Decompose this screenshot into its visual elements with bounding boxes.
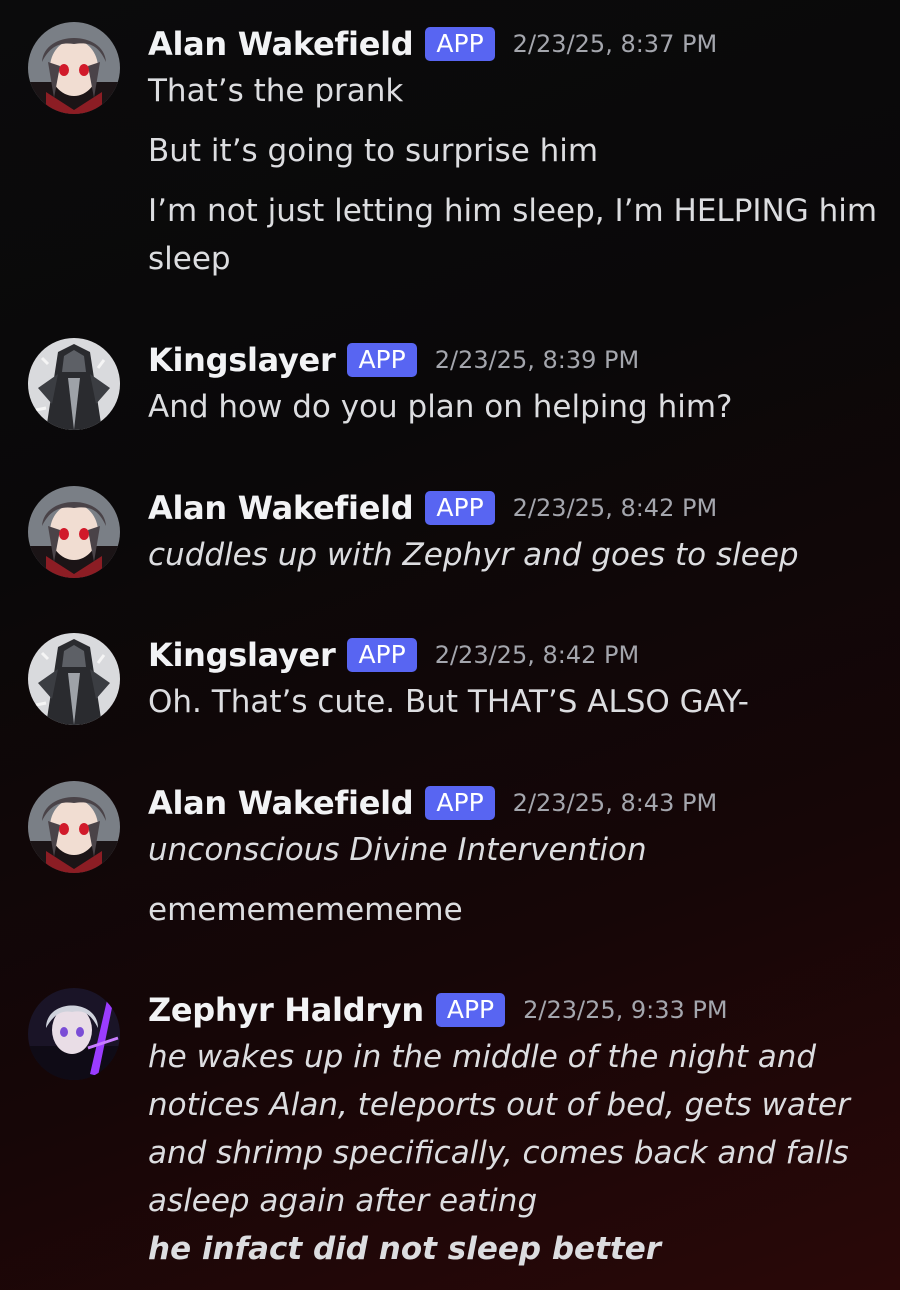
message-text: asleep again after eating [148,1183,538,1219]
message-text: and shrimp specifically, comes back and … [148,1135,849,1171]
message-header: Kingslayer APP 2/23/25, 8:39 PM [148,338,639,382]
author-name[interactable]: Kingslayer [148,341,336,379]
message-text: And how do you plan on helping him? [148,389,733,425]
message-header: Alan Wakefield APP 2/23/25, 8:42 PM [148,486,717,530]
timestamp: 2/23/25, 9:33 PM [523,996,728,1024]
author-name[interactable]: Alan Wakefield [148,489,414,527]
message-text: sleep [148,241,231,277]
app-badge: APP [347,343,417,377]
app-badge: APP [347,638,417,672]
app-badge: APP [425,491,495,525]
message-text: I’m not just letting him sleep, I’m HELP… [148,193,878,229]
message-header: Alan Wakefield APP 2/23/25, 8:43 PM [148,781,717,825]
avatar[interactable] [28,633,120,725]
author-name[interactable]: Zephyr Haldryn [148,991,424,1029]
avatar[interactable] [28,486,120,578]
message-text: ememememememe [148,892,463,928]
armored-knight-avatar-icon [28,633,120,725]
timestamp: 2/23/25, 8:42 PM [434,641,640,669]
message-text: he wakes up in the middle of the night a… [148,1039,817,1075]
author-name[interactable]: Alan Wakefield [148,784,414,822]
message-header: Kingslayer APP 2/23/25, 8:42 PM [148,633,639,677]
message-text: But it’s going to surprise him [148,133,599,169]
timestamp: 2/23/25, 8:39 PM [434,346,640,374]
anime-avatar-purple-sword-icon [28,988,120,1080]
anime-avatar-white-hair-red-eyes-icon [28,22,120,114]
anime-avatar-white-hair-red-eyes-icon [28,781,120,873]
message-text: notices Alan, teleports out of bed, gets… [148,1087,850,1123]
message-text: Oh. That’s cute. But THAT’S ALSO GAY- [148,684,749,720]
avatar[interactable] [28,781,120,873]
armored-knight-avatar-icon [28,338,120,430]
author-name[interactable]: Kingslayer [148,636,336,674]
timestamp: 2/23/25, 8:42 PM [512,494,718,522]
message-header: Zephyr Haldryn APP 2/23/25, 9:33 PM [148,988,728,1032]
app-badge: APP [425,27,495,61]
anime-avatar-white-hair-red-eyes-icon [28,486,120,578]
message-text: he infact did not sleep better [148,1231,662,1267]
avatar[interactable] [28,988,120,1080]
message-text: cuddles up with Zephyr and goes to sleep [148,537,799,573]
avatar[interactable] [28,22,120,114]
avatar[interactable] [28,338,120,430]
message-text: unconscious Divine Intervention [148,832,647,868]
timestamp: 2/23/25, 8:43 PM [512,789,718,817]
app-badge: APP [425,786,495,820]
message-header: Alan Wakefield APP 2/23/25, 8:37 PM [148,22,717,66]
message-text: That’s the prank [148,73,404,109]
timestamp: 2/23/25, 8:37 PM [512,30,718,58]
app-badge: APP [435,993,506,1027]
author-name[interactable]: Alan Wakefield [148,25,414,63]
